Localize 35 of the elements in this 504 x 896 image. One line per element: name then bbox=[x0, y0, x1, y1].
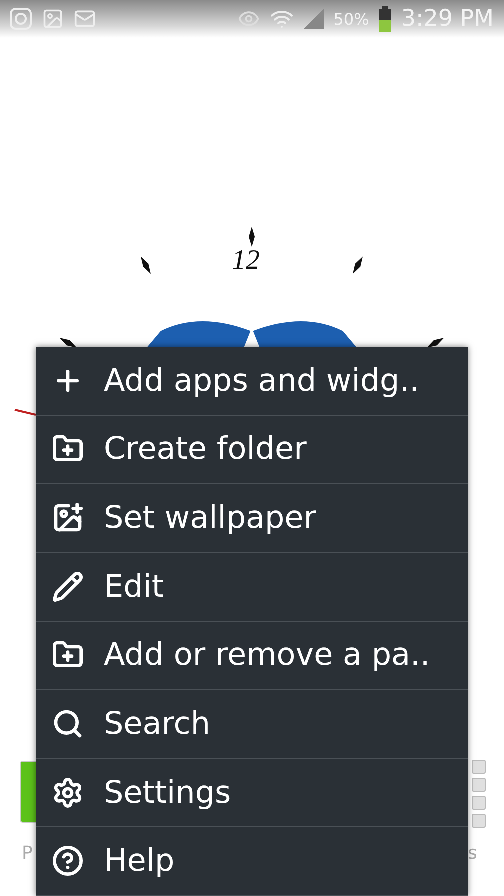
menu-item[interactable]: Set wallpaper bbox=[36, 484, 468, 553]
page-square bbox=[472, 760, 486, 774]
page-square bbox=[472, 814, 486, 828]
page-square bbox=[472, 796, 486, 810]
menu-item[interactable]: Help bbox=[36, 827, 468, 896]
pencil-icon bbox=[52, 570, 84, 603]
menu-item-label: Create folder bbox=[104, 431, 307, 468]
menu-item[interactable]: Search bbox=[36, 690, 468, 759]
image-icon bbox=[42, 8, 64, 30]
settings-icon bbox=[52, 776, 84, 809]
menu-item[interactable]: Add or remove a pa.. bbox=[36, 622, 468, 690]
menu-item-label: Settings bbox=[104, 774, 232, 811]
app-label: s bbox=[468, 843, 478, 864]
search-icon bbox=[52, 708, 84, 740]
battery-icon bbox=[379, 6, 392, 32]
clock-time: 3:29 PM bbox=[401, 6, 494, 32]
menu-item-label: Search bbox=[104, 706, 211, 742]
mail-icon bbox=[74, 8, 96, 30]
app-notification-icon bbox=[10, 8, 32, 30]
menu-item-label: Add apps and widg.. bbox=[104, 362, 420, 399]
menu-item[interactable]: Settings bbox=[36, 758, 468, 828]
menu-item-label: Set wallpaper bbox=[104, 500, 317, 536]
image-icon bbox=[52, 502, 84, 534]
menu-item-label: Add or remove a pa.. bbox=[104, 637, 430, 674]
menu-item-label: Help bbox=[104, 843, 175, 880]
clock-numeral: 12 bbox=[232, 245, 260, 277]
help-icon bbox=[52, 845, 84, 878]
menu-item[interactable]: Create folder bbox=[36, 416, 468, 484]
app-label: P bbox=[22, 843, 33, 864]
menu-item[interactable]: Edit bbox=[36, 552, 468, 622]
signal-icon bbox=[304, 9, 324, 29]
menu-item-label: Edit bbox=[104, 568, 164, 605]
page-square bbox=[472, 778, 486, 792]
battery-percent: 50% bbox=[334, 10, 370, 28]
menu-item[interactable]: Add apps and widg.. bbox=[36, 347, 468, 416]
